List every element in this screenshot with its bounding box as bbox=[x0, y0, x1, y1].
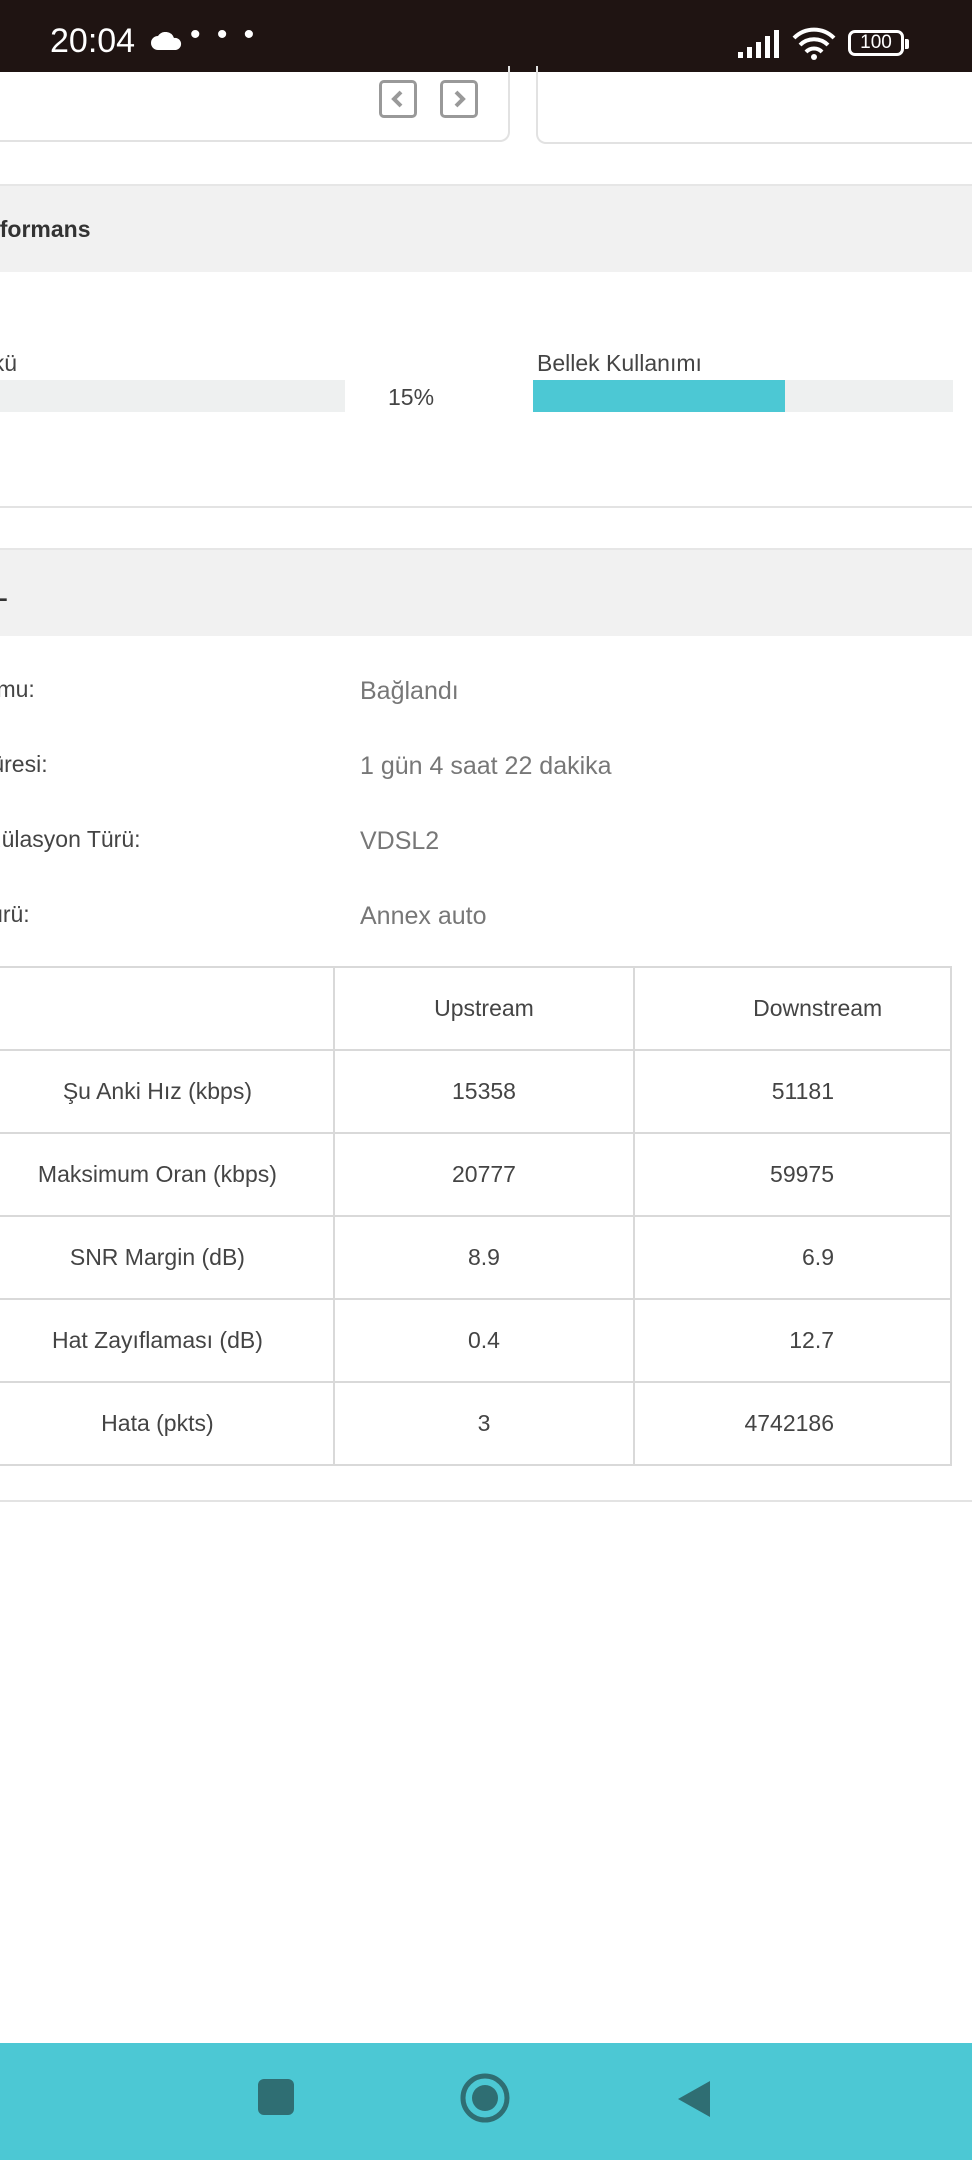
uptime-value: 1 gün 4 saat 22 dakika bbox=[360, 752, 612, 780]
panel-card bbox=[0, 66, 510, 142]
modulation-type-label: odülasyon Türü: bbox=[0, 826, 141, 852]
prev-button[interactable] bbox=[379, 80, 417, 118]
table-cell: 12.7 bbox=[633, 1298, 952, 1383]
table-cell: 51181 bbox=[633, 1049, 952, 1134]
next-button[interactable] bbox=[440, 80, 478, 118]
status-bar: 20:04 • • • 100 bbox=[0, 0, 972, 72]
performance-header: erformans bbox=[0, 184, 972, 272]
table-header-cell: Upstream bbox=[332, 966, 636, 1051]
divider bbox=[0, 1500, 972, 1502]
table-row: Hat Zayıflaması (dB) 0.4 12.7 bbox=[0, 1298, 952, 1383]
modulation-type-value: VDSL2 bbox=[360, 827, 440, 855]
notification-dots: • • • bbox=[190, 18, 259, 51]
annex-type-value: Annex auto bbox=[360, 902, 487, 930]
memory-usage-label: Bellek Kullanımı bbox=[537, 350, 702, 376]
connection-status-label: rumu: bbox=[0, 676, 35, 702]
signal-icon bbox=[738, 30, 782, 63]
table-row: SNR Margin (dB) 8.9 6.9 bbox=[0, 1215, 952, 1300]
table-cell: 20777 bbox=[332, 1132, 636, 1217]
triangle-back-icon[interactable] bbox=[676, 2079, 712, 2124]
table-cell: 8.9 bbox=[332, 1215, 636, 1300]
memory-usage-fill bbox=[533, 380, 785, 412]
dsl-title: SL bbox=[0, 580, 8, 606]
wifi-icon bbox=[792, 26, 836, 65]
table-cell: Hat Zayıflaması (dB) bbox=[0, 1298, 335, 1383]
cpu-label: ükü bbox=[0, 350, 18, 376]
table-cell: 4742186 bbox=[633, 1381, 952, 1466]
clock: 20:04 bbox=[50, 22, 136, 60]
cpu-usage-value: 15% bbox=[388, 384, 435, 410]
table-cell: 3 bbox=[332, 1381, 636, 1466]
table-header-cell bbox=[0, 966, 335, 1051]
table-cell: Maksimum Oran (kbps) bbox=[0, 1132, 335, 1217]
table-header-row: Upstream Downstream bbox=[0, 966, 952, 1051]
annex-type-label: Türü: bbox=[0, 901, 30, 927]
table-cell: 6.9 bbox=[633, 1215, 952, 1300]
divider bbox=[0, 506, 972, 508]
cpu-usage-bar bbox=[0, 380, 345, 412]
table-cell: 0.4 bbox=[332, 1298, 636, 1383]
circle-icon[interactable] bbox=[460, 2073, 510, 2128]
dsl-stats-table: Upstream Downstream Şu Anki Hız (kbps) 1… bbox=[0, 966, 952, 1466]
table-cell: Şu Anki Hız (kbps) bbox=[0, 1049, 335, 1134]
table-row: Maksimum Oran (kbps) 20777 59975 bbox=[0, 1132, 952, 1217]
cloud-icon bbox=[150, 31, 182, 55]
connection-status-value: Bağlandı bbox=[360, 677, 459, 705]
table-row: Hata (pkts) 3 4742186 bbox=[0, 1381, 952, 1466]
table-header-cell: Downstream bbox=[633, 966, 952, 1051]
table-cell: Hata (pkts) bbox=[0, 1381, 335, 1466]
table-cell: 15358 bbox=[332, 1049, 636, 1134]
table-cell: 59975 bbox=[633, 1132, 952, 1217]
table-cell: SNR Margin (dB) bbox=[0, 1215, 335, 1300]
square-icon[interactable] bbox=[258, 2079, 294, 2120]
uptime-label: Süresi: bbox=[0, 751, 48, 777]
navigation-bar bbox=[0, 2043, 972, 2160]
dsl-header: SL bbox=[0, 548, 972, 636]
table-row: Şu Anki Hız (kbps) 15358 51181 bbox=[0, 1049, 952, 1134]
battery-icon: 100 bbox=[848, 30, 909, 56]
panel-card bbox=[536, 66, 972, 144]
performance-title: erformans bbox=[0, 216, 91, 242]
memory-usage-bar bbox=[533, 380, 953, 412]
